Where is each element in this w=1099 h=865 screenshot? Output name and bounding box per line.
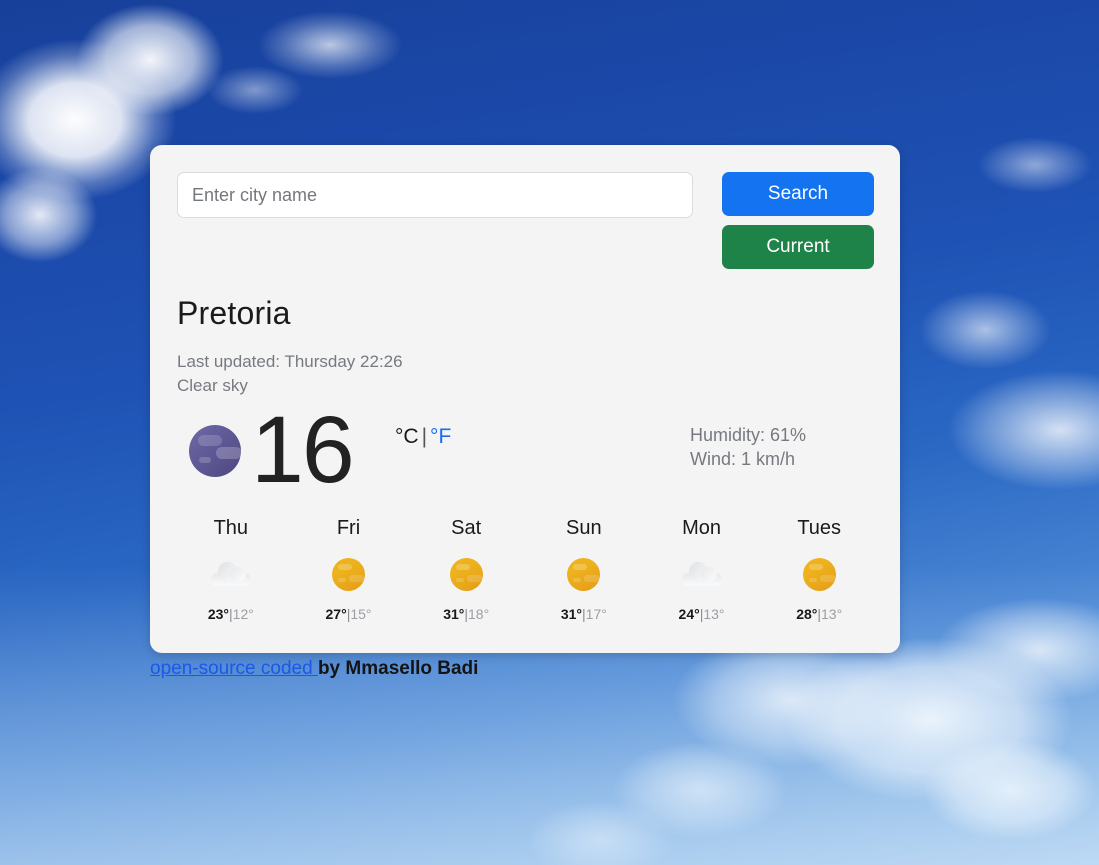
sun-icon	[332, 557, 365, 591]
sun-highlight-b	[819, 574, 835, 582]
wind-text: Wind: 1 km/h	[690, 449, 796, 469]
forecast-high-temp: 24°	[678, 606, 700, 622]
forecast-day-label: Thu	[213, 517, 249, 539]
forecast-temps: 31°|18°	[407, 606, 525, 622]
humidity-text: Humidity: 61%	[690, 425, 807, 445]
forecast-day-label: Sat	[451, 517, 482, 539]
forecast-low-temp: 18°	[468, 606, 490, 622]
cloud-icon	[210, 562, 251, 586]
forecast-day-tues: Tues 28°|13°	[760, 517, 878, 622]
forecast-day-label: Tues	[797, 517, 842, 539]
last-updated-text: Last updated: Thursday 22:26	[177, 352, 403, 371]
footer-credit: open-source coded by Mmasello Badi	[150, 658, 478, 680]
forecast-icon-wrap	[760, 554, 878, 594]
open-source-link[interactable]: open-source coded	[150, 658, 318, 679]
forecast-high-temp: 28°	[796, 606, 818, 622]
search-input[interactable]	[177, 172, 693, 218]
sun-highlight-a	[338, 563, 352, 570]
sun-highlight-b	[349, 574, 364, 582]
forecast-temps: 27°|15°	[290, 606, 408, 622]
forecast-day-fri: Fri 27°|15°	[290, 517, 408, 622]
sun-highlight-c	[455, 577, 464, 582]
city-name: Pretoria	[177, 295, 291, 331]
sun-highlight-b	[584, 574, 600, 582]
forecast-temps: 31°|17°	[525, 606, 643, 622]
unit-toggle[interactable]: °C | °F	[395, 425, 451, 449]
forecast-low-temp: 13°	[821, 606, 843, 622]
search-button[interactable]: Search	[722, 172, 874, 216]
cloud-lobe-right	[229, 567, 246, 582]
sun-highlight-c	[808, 577, 817, 582]
unit-separator: |	[421, 425, 428, 448]
footer-author: by Mmasello Badi	[317, 658, 479, 679]
search-row	[177, 172, 693, 218]
forecast-day-label: Fri	[336, 517, 361, 539]
forecast-day-mon: Mon 24°|13°	[643, 517, 761, 622]
sun-highlight-a	[455, 563, 470, 570]
weather-card: Search Current Pretoria Last updated: Th…	[150, 145, 900, 653]
sun-icon	[567, 557, 601, 591]
sun-icon	[449, 557, 483, 591]
cloud-icon	[681, 562, 722, 586]
forecast-high-temp: 31°	[560, 606, 583, 622]
moon-crater-a	[198, 435, 222, 446]
sun-icon	[802, 557, 836, 591]
forecast-high-temp: 27°	[325, 606, 347, 622]
forecast-day-sun: Sun 31°|17°	[525, 517, 643, 622]
forecast-day-label: Mon	[682, 517, 721, 539]
sun-highlight-a	[573, 563, 588, 570]
sun-highlight-b	[466, 574, 482, 582]
forecast-high-temp: 23°	[207, 606, 230, 622]
current-temperature: 16	[251, 397, 355, 503]
forecast-low-temp: 12°	[232, 606, 254, 622]
forecast-high-temp: 31°	[443, 606, 465, 622]
forecast-icon-wrap	[290, 554, 408, 594]
forecast-row: Thu 23°|12° Fri 27°|15° Sat 31°|18° Sun 31°|17°…	[172, 517, 878, 622]
forecast-day-thu: Thu 23°|12°	[172, 517, 290, 622]
moon-clear-icon	[189, 425, 242, 477]
forecast-temps: 23°|12°	[172, 606, 290, 622]
forecast-day-sat: Sat 31°|18°	[407, 517, 525, 622]
forecast-temps: 28°|13°	[760, 606, 878, 622]
forecast-icon-wrap	[525, 554, 643, 594]
cloud-lobe-right	[700, 567, 717, 582]
forecast-temps: 24°|13°	[643, 606, 761, 622]
forecast-low-temp: 13°	[703, 606, 725, 622]
unit-celsius[interactable]: °C	[395, 425, 419, 448]
forecast-low-temp: 15°	[350, 606, 372, 622]
unit-fahrenheit[interactable]: °F	[430, 425, 451, 448]
sun-highlight-c	[338, 577, 346, 582]
sun-highlight-c	[573, 577, 582, 582]
current-weather-row: 16 °C | °F Humidity: 61% Wind: 1 km/h	[177, 403, 877, 498]
current-location-button[interactable]: Current	[722, 225, 874, 269]
sun-highlight-a	[808, 563, 823, 570]
weather-condition-text: Clear sky	[177, 376, 248, 395]
forecast-low-temp: 17°	[585, 606, 607, 622]
forecast-icon-wrap	[407, 554, 525, 594]
moon-crater-c	[199, 457, 211, 463]
moon-crater-b	[216, 447, 242, 459]
forecast-icon-wrap	[172, 554, 290, 594]
forecast-day-label: Sun	[566, 517, 602, 539]
forecast-icon-wrap	[643, 554, 761, 594]
